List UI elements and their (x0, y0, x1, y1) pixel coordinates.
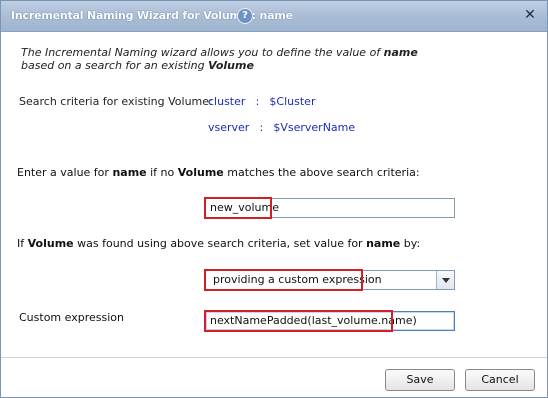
default-value-input[interactable]: new_volume (205, 198, 455, 218)
criteria-key: vserver (208, 121, 250, 134)
intro-text: The Incremental Naming wizard allows you… (21, 46, 418, 72)
label-part: If (17, 237, 28, 250)
criteria-key: cluster (208, 95, 246, 108)
criteria-row-vserver: vserver: $VserverName (208, 121, 355, 134)
save-button[interactable]: Save (385, 369, 455, 391)
close-icon[interactable]: ✕ (523, 8, 537, 22)
label-part-bold: Volume (27, 237, 74, 250)
intro-line1-text: The Incremental Naming wizard allows you… (21, 46, 384, 59)
intro-line1-bold: name (383, 46, 418, 59)
footer-divider (1, 357, 547, 358)
custom-expression-input[interactable]: nextNamePadded(last_volume.name) (205, 311, 455, 331)
criteria-value: $VserverName (273, 121, 356, 134)
criteria-row-cluster: cluster: $Cluster (208, 95, 315, 108)
criteria-separator: : (259, 121, 264, 134)
select-value: providing a custom expression (213, 273, 382, 286)
found-value-label: If Volume was found using above search c… (17, 237, 420, 250)
label-part: Enter a value for (17, 166, 113, 179)
dialog-titlebar: Incremental Naming Wizard for Volume : n… (1, 1, 547, 32)
default-value-label: Enter a value for name if no Volume matc… (17, 166, 420, 179)
label-part: if no (146, 166, 178, 179)
label-part-bold: name (112, 166, 147, 179)
label-part: by: (400, 237, 421, 250)
value-method-select[interactable]: providing a custom expression (205, 270, 455, 290)
label-part: was found using above search criteria, s… (73, 237, 367, 250)
label-part-bold: name (366, 237, 401, 250)
chevron-down-icon[interactable] (436, 271, 454, 289)
intro-line2-text: based on a search for an existing (21, 59, 209, 72)
label-part-bold: Volume (177, 166, 224, 179)
cancel-button[interactable]: Cancel (465, 369, 535, 391)
custom-expression-label: Custom expression (19, 311, 124, 324)
search-criteria-label: Search criteria for existing Volume: (19, 95, 213, 108)
criteria-value: $Cluster (269, 95, 316, 108)
help-question-icon[interactable]: ? (237, 8, 253, 24)
label-part: matches the above search criteria: (223, 166, 420, 179)
wizard-dialog: Incremental Naming Wizard for Volume : n… (0, 0, 548, 398)
criteria-separator: : (255, 95, 260, 108)
intro-line2-bold: Volume (208, 59, 254, 72)
